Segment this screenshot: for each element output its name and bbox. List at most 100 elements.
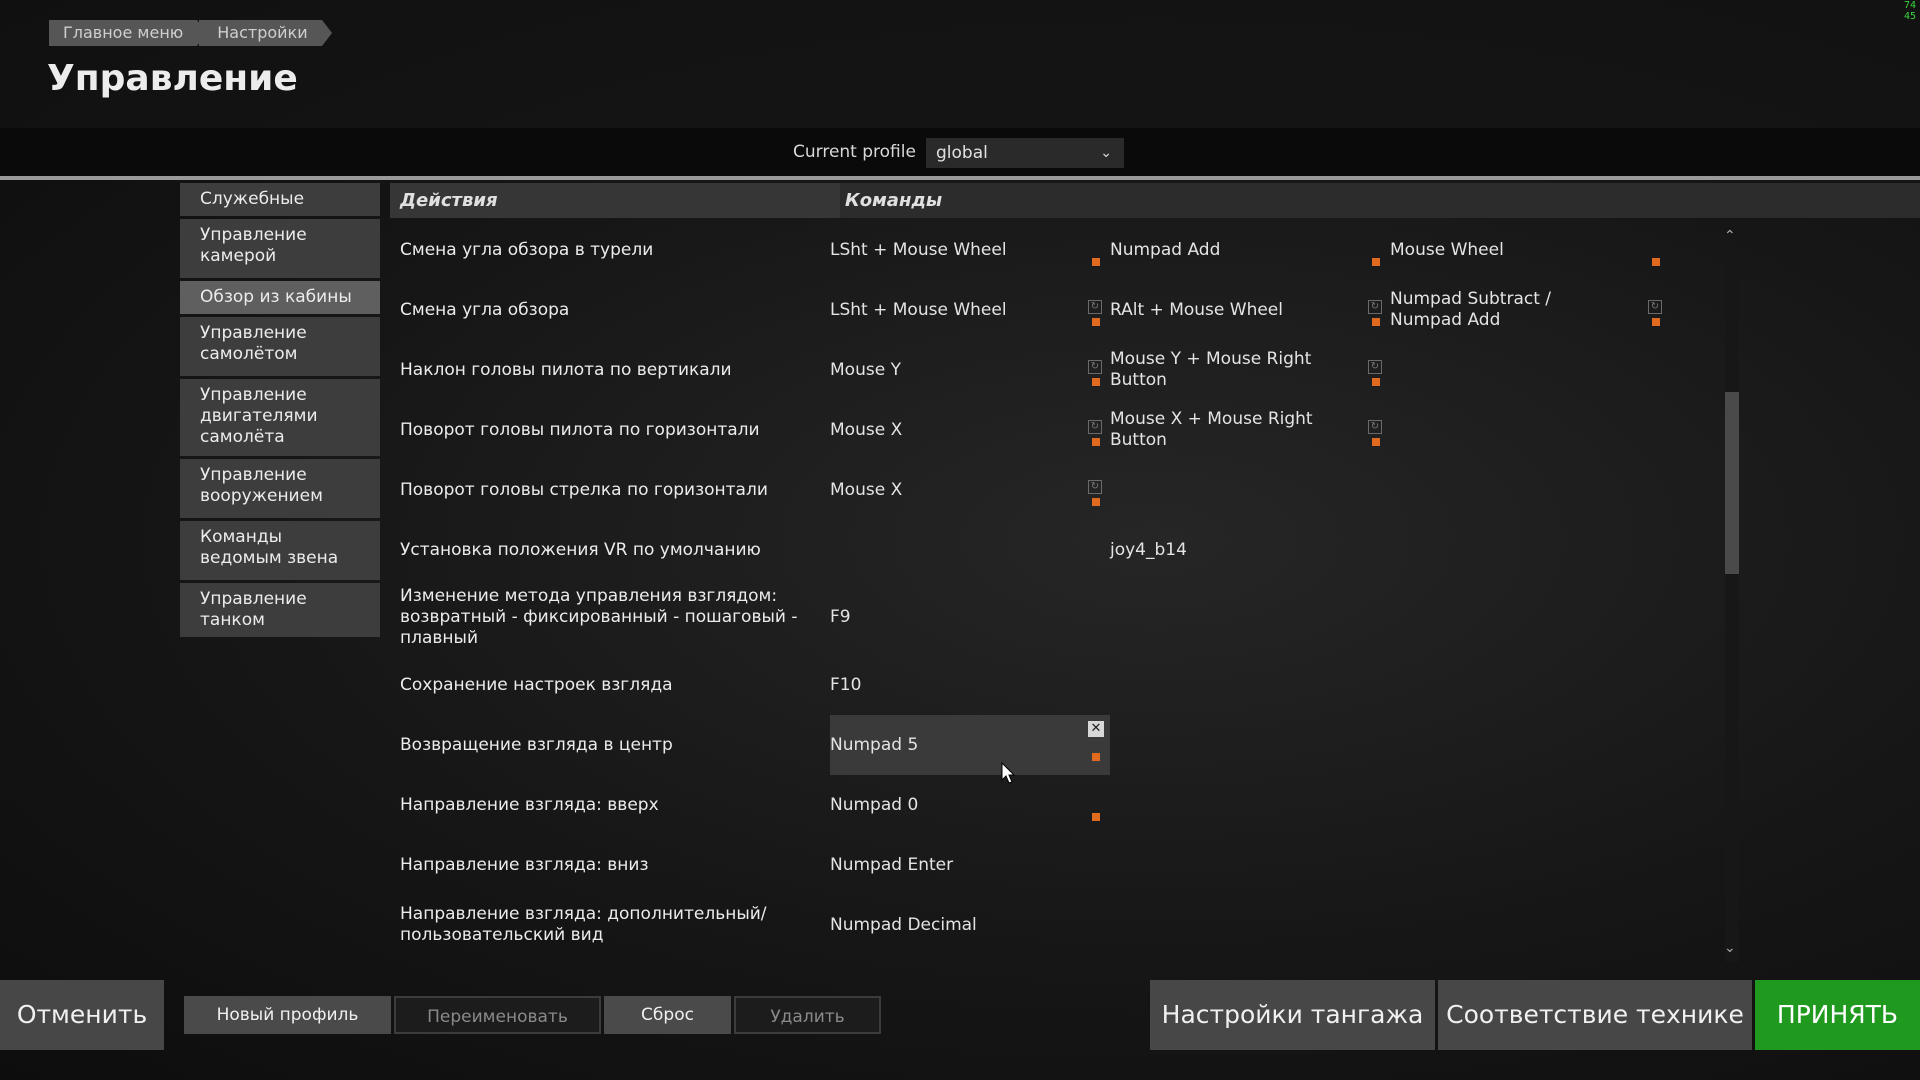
modifier-marker-icon[interactable] xyxy=(1092,498,1100,506)
pitch-settings-button[interactable]: Настройки тангажа xyxy=(1150,980,1435,1050)
table-row: Смена угла обзора в турели LSht + Mouse W… xyxy=(390,220,1720,280)
action-label: Смена угла обзора xyxy=(400,299,570,320)
profile-select[interactable]: global ⌄ xyxy=(926,138,1124,168)
binding-cell-c1[interactable]: Numpad 0 xyxy=(830,775,1110,835)
sidebar-item[interactable]: Управление танком xyxy=(180,583,380,637)
modifier-marker-icon[interactable] xyxy=(1372,378,1380,386)
action-label: Наклон головы пилота по вертикали xyxy=(400,359,732,380)
category-sidebar: Служебные Управление камерой Обзор из каби… xyxy=(180,183,380,640)
modifier-marker-icon[interactable] xyxy=(1092,813,1100,821)
binding-key: RAlt + Mouse Wheel xyxy=(1110,299,1283,320)
profile-label: Current profile xyxy=(793,142,916,162)
breadcrumb-settings[interactable]: Настройки xyxy=(199,20,332,46)
invert-axis-icon[interactable]: ↻ xyxy=(1368,420,1382,434)
action-label: Сохранение настроек взгляда xyxy=(400,674,673,695)
binding-cell-c2[interactable] xyxy=(1110,460,1390,520)
binding-cell-c1[interactable]: Numpad 5 ✕ xyxy=(830,715,1110,775)
binding-key: F9 xyxy=(830,607,851,627)
modifier-marker-icon[interactable] xyxy=(1652,318,1660,326)
binding-cell-c2[interactable]: RAlt + Mouse Wheel ↻ xyxy=(1110,280,1390,340)
clear-binding-icon[interactable]: ✕ xyxy=(1088,721,1104,737)
invert-axis-icon[interactable]: ↻ xyxy=(1368,300,1382,314)
scrollbar-thumb[interactable] xyxy=(1725,392,1739,574)
action-label: Возвращение взгляда в центр xyxy=(400,734,673,755)
header-commands: Команды xyxy=(845,190,943,211)
invert-axis-icon[interactable]: ↻ xyxy=(1088,300,1102,314)
scrollbar-track[interactable] xyxy=(1725,250,1739,962)
accept-button[interactable]: ПРИНЯТЬ xyxy=(1755,980,1920,1050)
invert-axis-icon[interactable]: ↻ xyxy=(1088,480,1102,494)
invert-axis-icon[interactable]: ↻ xyxy=(1368,360,1382,374)
sidebar-item[interactable]: Управление камерой xyxy=(180,219,380,278)
binding-cell-c1[interactable]: Mouse X ↻ xyxy=(830,400,1110,460)
action-label: Установка положения VR по умолчанию xyxy=(400,539,761,560)
binding-cell-c3[interactable] xyxy=(1390,520,1670,580)
binding-cell-c1[interactable]: LSht + Mouse Wheel ↻ xyxy=(830,280,1110,340)
binding-cell-c2[interactable]: Mouse Y + Mouse Right Button ↻ xyxy=(1110,340,1390,400)
binding-key: joy4_b14 xyxy=(1110,539,1187,560)
modifier-marker-icon[interactable] xyxy=(1092,258,1100,266)
binding-cell-c2[interactable] xyxy=(1110,655,1390,715)
binding-cell-c1[interactable]: Mouse X ↻ xyxy=(830,460,1110,520)
binding-cell-c1[interactable]: F10 xyxy=(830,655,1110,715)
breadcrumb: Главное меню Настройки xyxy=(49,20,332,46)
binding-cell-c3[interactable] xyxy=(1390,340,1670,400)
binding-key: F10 xyxy=(830,674,862,695)
binding-cell-c1[interactable]: Mouse Y ↻ xyxy=(830,340,1110,400)
binding-cell-c2[interactable] xyxy=(1110,895,1390,955)
binding-cell-c1[interactable]: Numpad Enter xyxy=(830,835,1110,895)
modifier-marker-icon[interactable] xyxy=(1372,258,1380,266)
binding-cell-c2[interactable]: Numpad Add xyxy=(1110,220,1390,280)
scroll-down-icon[interactable]: ⌄ xyxy=(1724,940,1736,956)
binding-cell-c3[interactable] xyxy=(1390,835,1670,895)
fps-line-2: 45 xyxy=(1903,11,1916,22)
scroll-up-icon[interactable]: ⌃ xyxy=(1724,228,1736,244)
sidebar-item[interactable]: Служебные xyxy=(180,183,380,216)
binding-cell-c1[interactable] xyxy=(830,520,1110,580)
binding-cell-c1[interactable]: Numpad Decimal xyxy=(830,895,1110,955)
binding-cell-c3[interactable] xyxy=(1390,775,1670,835)
rename-button[interactable]: Переименовать xyxy=(394,996,601,1034)
action-label: Направление взгляда: вниз xyxy=(400,854,649,875)
breadcrumb-main-menu[interactable]: Главное меню xyxy=(49,20,208,46)
binding-cell-c3[interactable] xyxy=(1390,895,1670,955)
modifier-marker-icon[interactable] xyxy=(1092,378,1100,386)
modifier-marker-icon[interactable] xyxy=(1092,318,1100,326)
reset-button[interactable]: Сброс xyxy=(604,996,731,1034)
modifier-marker-icon[interactable] xyxy=(1652,258,1660,266)
binding-cell-c3[interactable] xyxy=(1390,655,1670,715)
modifier-marker-icon[interactable] xyxy=(1092,438,1100,446)
binding-cell-c3[interactable] xyxy=(1390,460,1670,520)
new-profile-button[interactable]: Новый профиль xyxy=(184,996,391,1034)
modifier-marker-icon[interactable] xyxy=(1372,438,1380,446)
action-label: Направление взгляда: дополнительный/поль… xyxy=(400,904,767,945)
sidebar-item[interactable]: Управление вооружением xyxy=(180,459,380,518)
modifier-marker-icon[interactable] xyxy=(1372,318,1380,326)
action-label: Смена угла обзора в турели xyxy=(400,239,654,260)
binding-cell-c2[interactable] xyxy=(1110,715,1390,775)
sidebar-item[interactable]: Управление двигателями самолёта xyxy=(180,379,380,456)
binding-cell-c3[interactable]: Mouse Wheel xyxy=(1390,220,1670,280)
tech-match-button[interactable]: Соответствие технике xyxy=(1438,980,1752,1050)
binding-cell-c3[interactable] xyxy=(1390,400,1670,460)
binding-cell-c2[interactable] xyxy=(1110,580,1390,655)
modifier-marker-icon[interactable] xyxy=(1092,753,1100,761)
binding-cell-c2[interactable]: joy4_b14 xyxy=(1110,520,1390,580)
binding-cell-c3[interactable]: Numpad Subtract / Numpad Add ↻ xyxy=(1390,280,1670,340)
delete-button[interactable]: Удалить xyxy=(734,996,881,1034)
binding-cell-c2[interactable]: Mouse X + Mouse Right Button ↻ xyxy=(1110,400,1390,460)
binding-cell-c2[interactable] xyxy=(1110,775,1390,835)
binding-cell-c2[interactable] xyxy=(1110,835,1390,895)
binding-cell-c1[interactable]: F9 xyxy=(830,580,1110,655)
binding-cell-c3[interactable] xyxy=(1390,715,1670,775)
binding-cell-c1[interactable]: LSht + Mouse Wheel xyxy=(830,220,1110,280)
invert-axis-icon[interactable]: ↻ xyxy=(1088,420,1102,434)
sidebar-item[interactable]: Управление самолётом xyxy=(180,317,380,376)
sidebar-item[interactable]: Команды ведомым звена xyxy=(180,521,380,580)
cancel-button[interactable]: Отменить xyxy=(0,980,164,1050)
invert-axis-icon[interactable]: ↻ xyxy=(1648,300,1662,314)
sidebar-item[interactable]: Обзор из кабины xyxy=(180,281,380,314)
binding-cell-c3[interactable] xyxy=(1390,580,1670,655)
table-row: Направление взгляда: вниз Numpad Enter xyxy=(390,835,1720,895)
invert-axis-icon[interactable]: ↻ xyxy=(1088,360,1102,374)
